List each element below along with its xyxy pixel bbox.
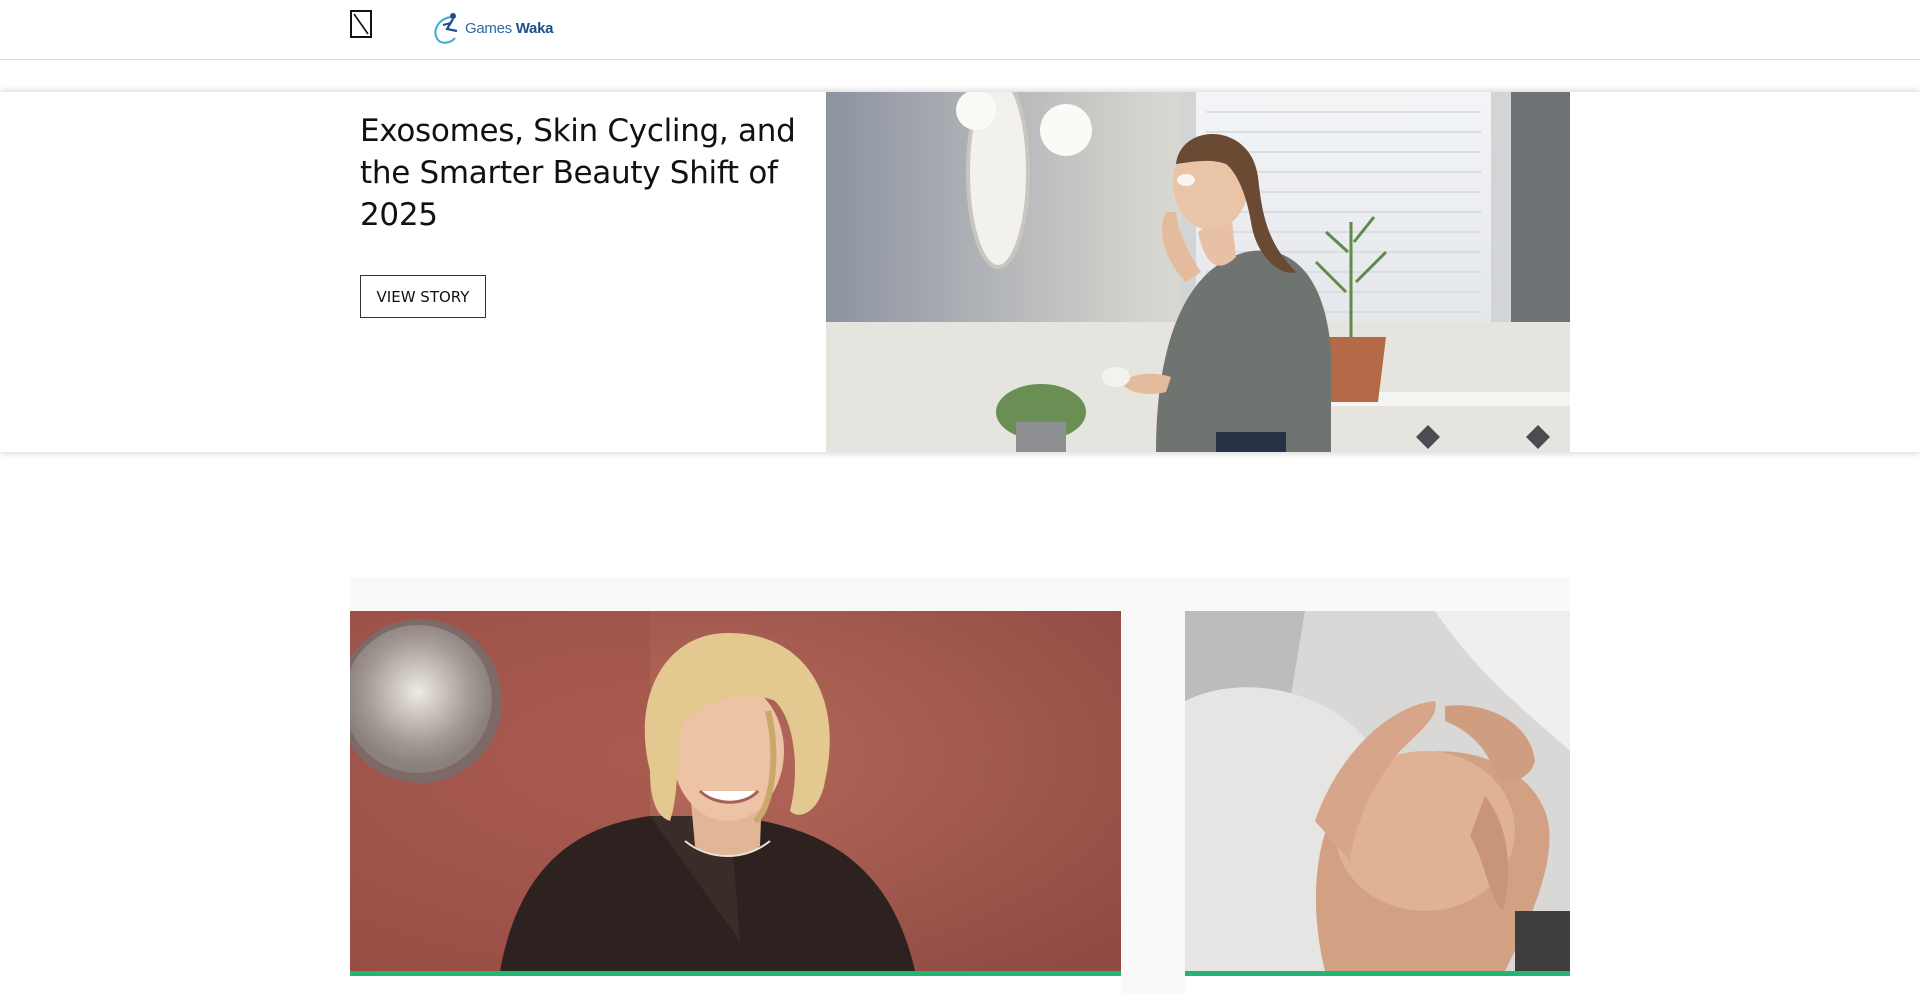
site-logo[interactable]: Games Waka — [427, 10, 553, 46]
featured-story-image[interactable] — [826, 92, 1570, 452]
logo-wordmark: Games Waka — [465, 19, 554, 37]
featured-story-title[interactable]: Exosomes, Skin Cycling, and the Smarter … — [360, 110, 820, 236]
view-story-button[interactable]: VIEW STORY — [360, 275, 486, 318]
story-card[interactable] — [350, 611, 1121, 993]
story-card[interactable] — [1185, 611, 1570, 993]
story-grid — [350, 577, 1570, 993]
story-card-image[interactable] — [350, 611, 1121, 971]
card-accent-bar — [1185, 971, 1570, 976]
featured-story: Exosomes, Skin Cycling, and the Smarter … — [0, 92, 1920, 452]
logo-mark-icon — [434, 13, 458, 44]
menu-toggle-icon[interactable] — [350, 10, 372, 38]
site-header: Games Waka — [0, 0, 1920, 60]
story-card-image[interactable] — [1185, 611, 1570, 971]
card-accent-bar — [350, 971, 1121, 976]
